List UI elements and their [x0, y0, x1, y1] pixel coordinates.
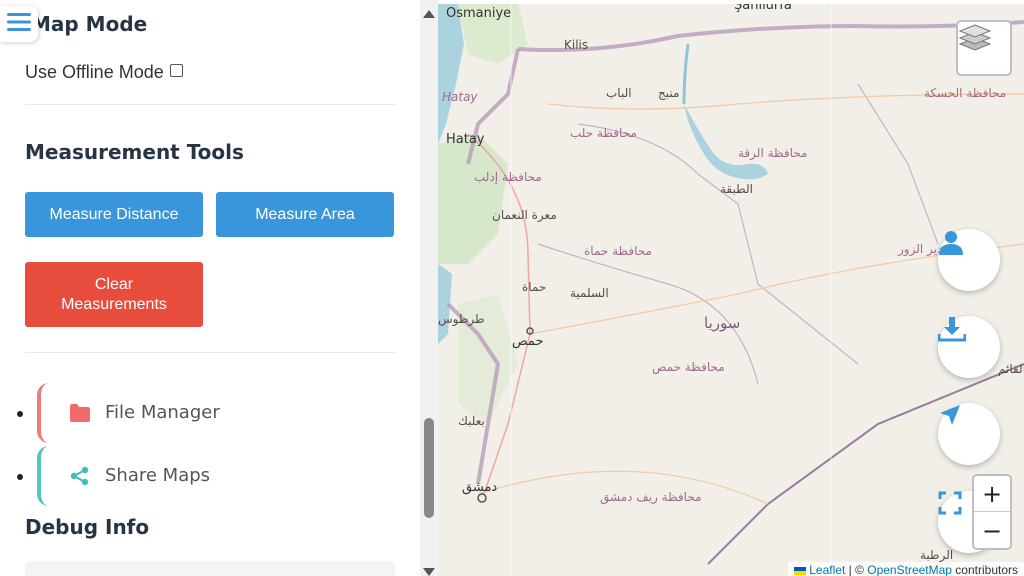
accent-bar — [37, 383, 51, 443]
place-label: محافظة حلب — [570, 126, 637, 140]
menu-toggle-button[interactable] — [0, 6, 38, 42]
place-label: طرطوس — [438, 312, 485, 326]
menu-item-file-manager[interactable]: File Manager — [17, 383, 325, 445]
hamburger-icon — [7, 12, 31, 37]
place-label: محافظة الحسكة — [924, 86, 1007, 100]
divider — [25, 352, 395, 353]
offline-mode-label: Use Offline Mode — [25, 62, 164, 82]
place-label: محافظة حمص — [652, 360, 725, 374]
offline-mode-checkbox[interactable] — [169, 64, 183, 77]
list-bullet — [17, 411, 23, 417]
leaflet-link[interactable]: Leaflet — [809, 563, 845, 576]
scrollbar-thumb[interactable] — [424, 418, 434, 518]
place-label: Hatay — [446, 132, 485, 147]
layers-control-button[interactable] — [956, 20, 1012, 76]
place-label: محافظة حماة — [584, 244, 652, 258]
download-map-button[interactable] — [938, 316, 1000, 378]
offline-mode-toggle[interactable]: Use Offline Mode — [25, 62, 183, 83]
place-label: Kilis — [564, 38, 589, 52]
user-profile-button[interactable] — [938, 229, 1000, 291]
scroll-up-arrow-icon[interactable] — [423, 10, 435, 18]
folder-icon — [69, 403, 91, 423]
place-label: دمشق — [462, 480, 498, 495]
place-label: Hatay — [442, 90, 478, 104]
menu-item-share-maps[interactable]: Share Maps — [17, 446, 325, 508]
debug-info-box — [25, 561, 395, 576]
ukraine-flag-icon — [794, 566, 807, 575]
place-label: القائم — [998, 362, 1024, 376]
place-label: حمص — [512, 334, 544, 349]
place-label: الرطبة — [920, 548, 954, 562]
list-bullet — [17, 474, 23, 480]
clear-measurements-button[interactable]: Clear Measurements — [25, 262, 203, 327]
openstreetmap-link[interactable]: OpenStreetMap — [867, 563, 952, 576]
debug-info-title: Debug Info — [25, 515, 150, 539]
measure-distance-button[interactable]: Measure Distance — [25, 192, 203, 237]
measurement-tools-title: Measurement Tools — [25, 140, 244, 164]
place-label: السلمية — [570, 286, 609, 300]
measure-area-button[interactable]: Measure Area — [216, 192, 394, 237]
place-label: محافظة الرقة — [738, 146, 808, 160]
place-label: محافظة ريف دمشق — [600, 490, 702, 504]
place-label: الطبقة — [720, 182, 753, 196]
attribution-contributors: contributors — [951, 563, 1018, 576]
place-label: حماة — [522, 280, 547, 294]
map-attribution: Leaflet | © OpenStreetMap contributors — [788, 562, 1024, 576]
zoom-control: + − — [972, 474, 1012, 550]
map-mode-title: Map Mode — [31, 12, 148, 36]
place-label: Osmaniye — [446, 6, 512, 21]
place-label: منبج — [658, 86, 680, 100]
place-label: معرة النعمان — [492, 208, 557, 222]
zoom-in-button[interactable]: + — [974, 476, 1010, 512]
map-view[interactable]: Osmaniye Şanlıurfa Kilis Hatay Hatay الب… — [438, 4, 1024, 576]
divider — [25, 104, 395, 105]
share-icon — [69, 466, 91, 486]
locate-me-button[interactable] — [938, 403, 1000, 465]
place-label: محافظة إدلب — [474, 170, 542, 184]
menu-item-label: File Manager — [105, 402, 220, 423]
zoom-out-button[interactable]: − — [974, 513, 1010, 549]
menu-item-label: Share Maps — [105, 465, 211, 486]
place-label: سوريا — [704, 314, 741, 332]
place-label: بعلبك — [458, 414, 485, 428]
place-label: Şanlıurfa — [734, 4, 792, 13]
sidebar-panel: Map Mode Use Offline Mode Measurement To… — [0, 0, 438, 576]
scroll-down-arrow-icon[interactable] — [423, 568, 435, 576]
accent-bar — [37, 446, 51, 506]
attribution-separator: | © — [845, 563, 868, 576]
place-label: الباب — [606, 86, 632, 100]
